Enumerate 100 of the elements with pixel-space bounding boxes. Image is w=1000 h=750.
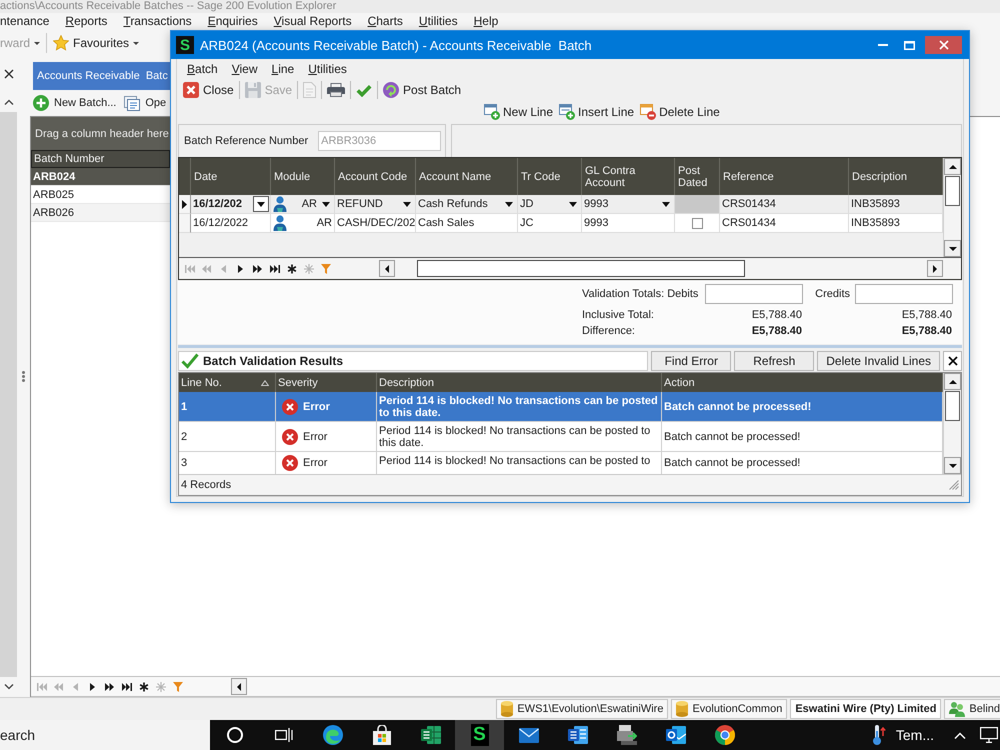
scrollbar-track[interactable]	[0, 112, 17, 677]
chevron-up-icon[interactable]	[954, 732, 966, 738]
favourites-button[interactable]: Favourites	[46, 33, 146, 53]
insert-line-button[interactable]: Insert Line	[559, 104, 634, 120]
menu-item[interactable]: Line	[264, 62, 302, 76]
insert-row-icon	[559, 104, 576, 120]
scrollbar-thumb[interactable]	[945, 391, 960, 421]
open-button[interactable]: Ope	[124, 96, 166, 110]
table-cell: 1	[179, 392, 276, 421]
checkmark-icon	[181, 353, 199, 369]
severity-label: Error	[303, 457, 328, 469]
error-icon	[282, 455, 298, 471]
menu-item[interactable]: Visual Reports	[266, 14, 360, 29]
close-icon	[948, 356, 958, 366]
menu-item[interactable]: Utilities	[410, 14, 466, 29]
delete-invalid-lines-button[interactable]: Delete Invalid Lines	[817, 351, 940, 371]
status-text: Belind	[969, 703, 1000, 715]
column-header[interactable]: Batch Number	[31, 150, 170, 168]
up-arrow-icon	[948, 164, 956, 168]
post-batch-button[interactable]: Post Batch	[380, 80, 464, 100]
find-error-button[interactable]: Find Error	[651, 351, 732, 371]
debits-field[interactable]	[705, 284, 803, 304]
scroll-up-button[interactable]	[944, 158, 961, 175]
last-icon[interactable]	[122, 682, 132, 690]
color-wheel-icon	[714, 725, 734, 745]
checkbox[interactable]	[692, 218, 702, 228]
table-row[interactable]: ARB026	[31, 204, 170, 222]
table-row[interactable]: 1 Error Period 114 is blocked! No transactions can be posted to this date. Batch cannot be processed!	[179, 392, 943, 422]
caret-icon	[505, 202, 513, 206]
add-row-icon	[484, 104, 500, 120]
checkbox-cell[interactable]	[675, 195, 720, 214]
sort-arrow-icon	[261, 380, 269, 386]
row-indicator[interactable]	[179, 195, 191, 214]
scroll-up-icon[interactable]	[4, 99, 14, 105]
menu-item[interactable]: Reports	[57, 14, 116, 29]
fast-forward-icon[interactable]	[253, 264, 262, 272]
refresh-button[interactable]: Refresh	[734, 351, 814, 371]
table-row[interactable]: ARB024	[31, 168, 170, 186]
menu-item[interactable]: Help	[466, 14, 506, 29]
menu-item[interactable]: Enquiries	[200, 14, 266, 29]
tab[interactable]: Accounts Receivable Batc	[33, 62, 172, 90]
maximize-icon	[904, 40, 915, 50]
shopping-bag-icon	[372, 725, 390, 745]
close-icon	[938, 40, 948, 50]
scroll-left-button[interactable]	[231, 678, 247, 695]
scrollbar-thumb[interactable]	[417, 260, 745, 277]
record-count: 4 Records	[181, 479, 232, 491]
menu-item[interactable]: ntenance	[0, 14, 58, 29]
table-row[interactable]: 3 Error Period 114 is blocked! No transactions can be posted to Batch cannot be processed!	[179, 452, 943, 474]
total-value: E5,788.40	[752, 309, 803, 321]
scroll-up-button[interactable]	[944, 373, 961, 390]
menu-item[interactable]: Transactions	[115, 14, 200, 29]
error-icon	[282, 428, 298, 444]
scrollbar-thumb[interactable]	[945, 176, 960, 206]
monitor-icon[interactable]	[980, 727, 998, 743]
grip-icon[interactable]	[22, 371, 25, 382]
field-label: Credits	[815, 288, 851, 300]
scroll-down-button[interactable]	[944, 457, 961, 474]
table-cell: CRS01434	[720, 214, 849, 233]
asterisk-icon[interactable]	[138, 682, 148, 692]
scroll-down-button[interactable]	[944, 240, 961, 257]
table-row[interactable]: 2 Error Period 114 is blocked! No transactions can be posted to this date. Batch cannot be processed!	[179, 422, 943, 452]
close-button[interactable]: Close	[180, 80, 237, 100]
menu-item[interactable]: Utilities	[301, 62, 354, 76]
asterisk-icon[interactable]	[286, 264, 296, 274]
app-logo: S	[176, 36, 194, 54]
last-icon[interactable]	[270, 264, 280, 272]
new-batch-button[interactable]: New Batch...	[33, 95, 116, 111]
field-label: Batch Reference Number	[184, 135, 308, 147]
close-icon	[4, 69, 14, 79]
checkmark-icon	[356, 84, 372, 96]
next-icon[interactable]	[238, 264, 243, 272]
error-icon	[282, 398, 298, 414]
group-by-panel: Drag a column header here	[31, 117, 170, 150]
document-icon	[303, 82, 316, 98]
search-field[interactable]: earch	[0, 720, 210, 750]
next-icon[interactable]	[90, 682, 95, 690]
close-button[interactable]	[943, 351, 962, 371]
panel-title: Batch Validation Results	[203, 354, 344, 368]
scroll-down-icon[interactable]	[4, 684, 14, 690]
resize-grip-icon[interactable]	[949, 480, 959, 490]
new-line-button[interactable]: New Line	[484, 104, 554, 120]
document-icon	[568, 726, 588, 744]
database-icon	[676, 701, 688, 717]
scroll-right-button[interactable]	[927, 260, 943, 277]
caret-icon	[662, 202, 670, 206]
scroll-left-button[interactable]	[379, 260, 395, 277]
module-dropdown[interactable]: AR	[302, 198, 332, 210]
taskbar-button[interactable]: S	[455, 720, 504, 750]
left-arrow-icon	[237, 682, 241, 690]
credits-field[interactable]	[855, 284, 953, 304]
fast-forward-icon[interactable]	[105, 682, 114, 690]
document-icon	[124, 96, 140, 110]
total-label: Inclusive Total:	[582, 309, 654, 321]
weather-text[interactable]: Tem...	[896, 727, 934, 743]
menu-item[interactable]: Charts	[360, 14, 411, 29]
delete-line-button[interactable]: Delete Line	[640, 104, 720, 120]
thermometer-icon[interactable]	[872, 725, 886, 745]
menu-item[interactable]: View	[224, 62, 265, 76]
menu-item[interactable]: Batch	[180, 62, 225, 76]
